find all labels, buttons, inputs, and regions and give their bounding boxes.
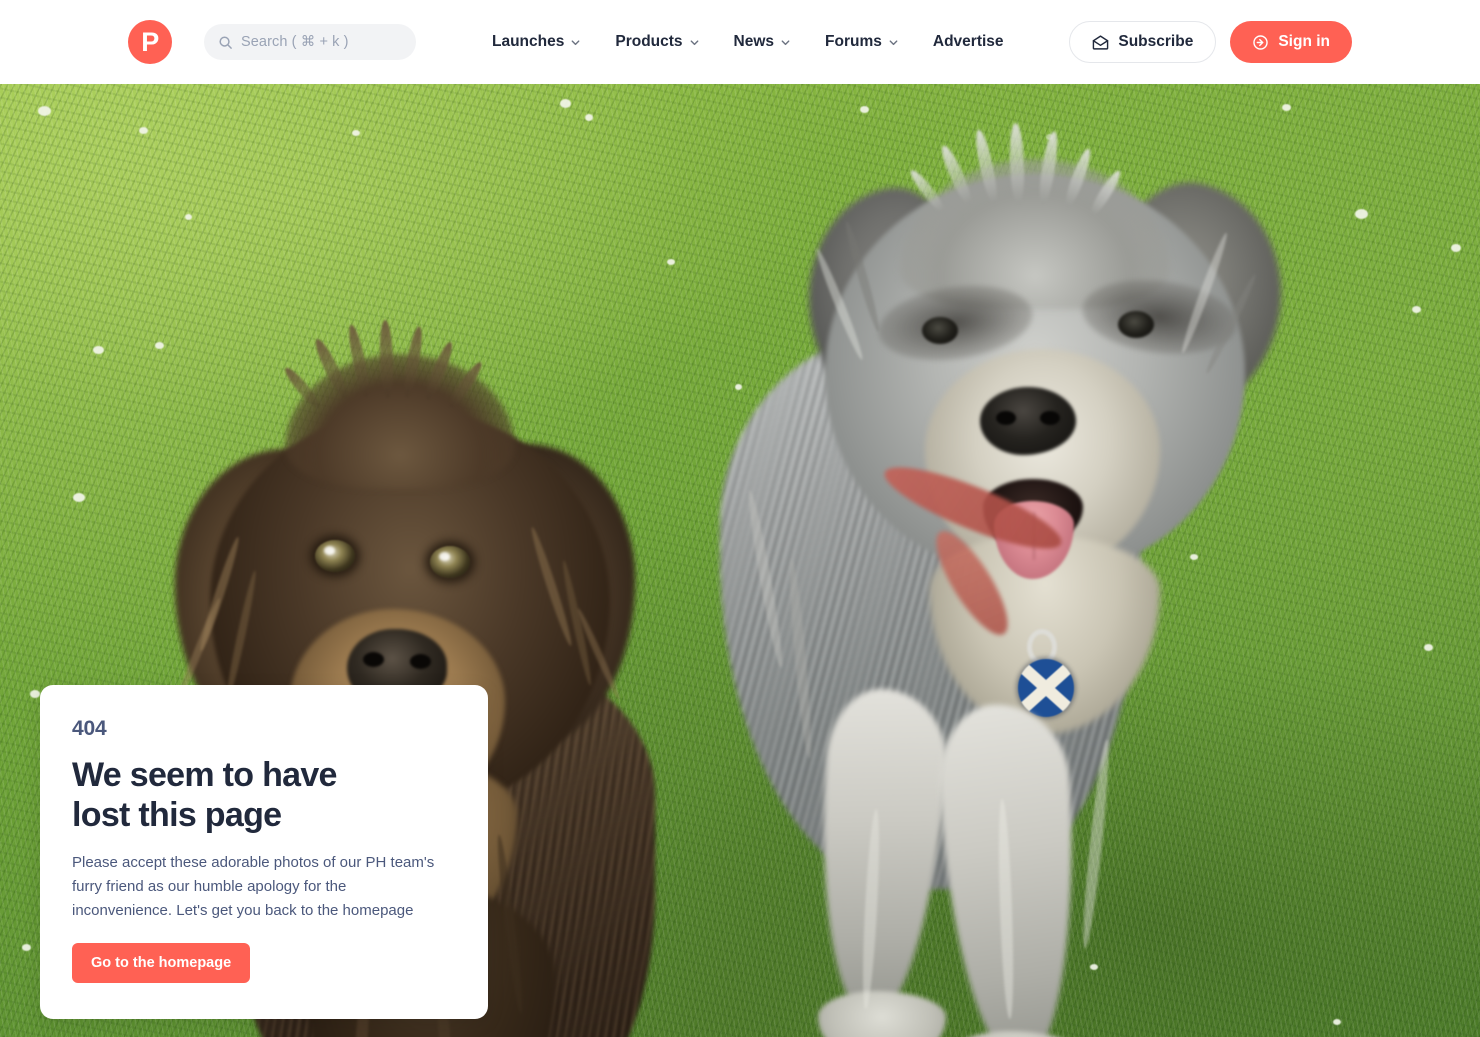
sign-in-label: Sign in <box>1278 33 1330 50</box>
chevron-down-icon <box>571 39 580 45</box>
scottish-flag-dog-tag <box>1018 659 1074 717</box>
chevron-down-icon <box>690 39 698 45</box>
envelope-icon <box>1093 34 1109 50</box>
dog-right-grey-schnauzer <box>700 122 1340 1037</box>
nav-item-products[interactable]: Products <box>615 33 699 51</box>
go-to-homepage-button[interactable]: Go to the homepage <box>72 943 251 983</box>
nav-label-products: Products <box>615 33 683 50</box>
nav-item-forums[interactable]: Forums <box>825 33 899 51</box>
nav-label-news: News <box>733 33 775 50</box>
nav-item-launches[interactable]: Launches <box>492 33 581 51</box>
nav-item-news[interactable]: News <box>734 33 792 51</box>
error-description: Please accept these adorable photos of o… <box>72 854 435 919</box>
search-input[interactable]: Search ( ⌘ + k ) <box>204 24 416 60</box>
product-hunt-logo[interactable]: P <box>128 20 172 64</box>
header-actions: Subscribe Sign in <box>1069 21 1352 63</box>
sign-in-icon <box>1253 34 1269 50</box>
chevron-down-icon <box>889 39 898 45</box>
error-404-card: 404 We seem to have lost this page Pleas… <box>40 685 488 1019</box>
nav-item-advertise[interactable]: Advertise <box>933 33 1004 51</box>
nav-label-forums: Forums <box>825 33 882 50</box>
sign-in-button[interactable]: Sign in <box>1230 21 1352 63</box>
nav-label-advertise: Advertise <box>932 33 1004 50</box>
main-navigation: Launches Products News Forums Advertise <box>492 33 1069 51</box>
subscribe-label: Subscribe <box>1118 33 1194 50</box>
site-header: P Search ( ⌘ + k ) Launches Products New… <box>0 0 1480 84</box>
error-code: 404 <box>72 717 107 740</box>
subscribe-button[interactable]: Subscribe <box>1069 21 1217 63</box>
search-icon <box>219 35 232 49</box>
error-headline: We seem to have lost this page <box>72 756 337 834</box>
search-placeholder-text: Search ( ⌘ + k ) <box>241 34 349 50</box>
chevron-down-icon <box>781 39 790 45</box>
nav-label-launches: Launches <box>492 33 565 50</box>
hero-section: 404 We seem to have lost this page Pleas… <box>0 84 1480 1037</box>
